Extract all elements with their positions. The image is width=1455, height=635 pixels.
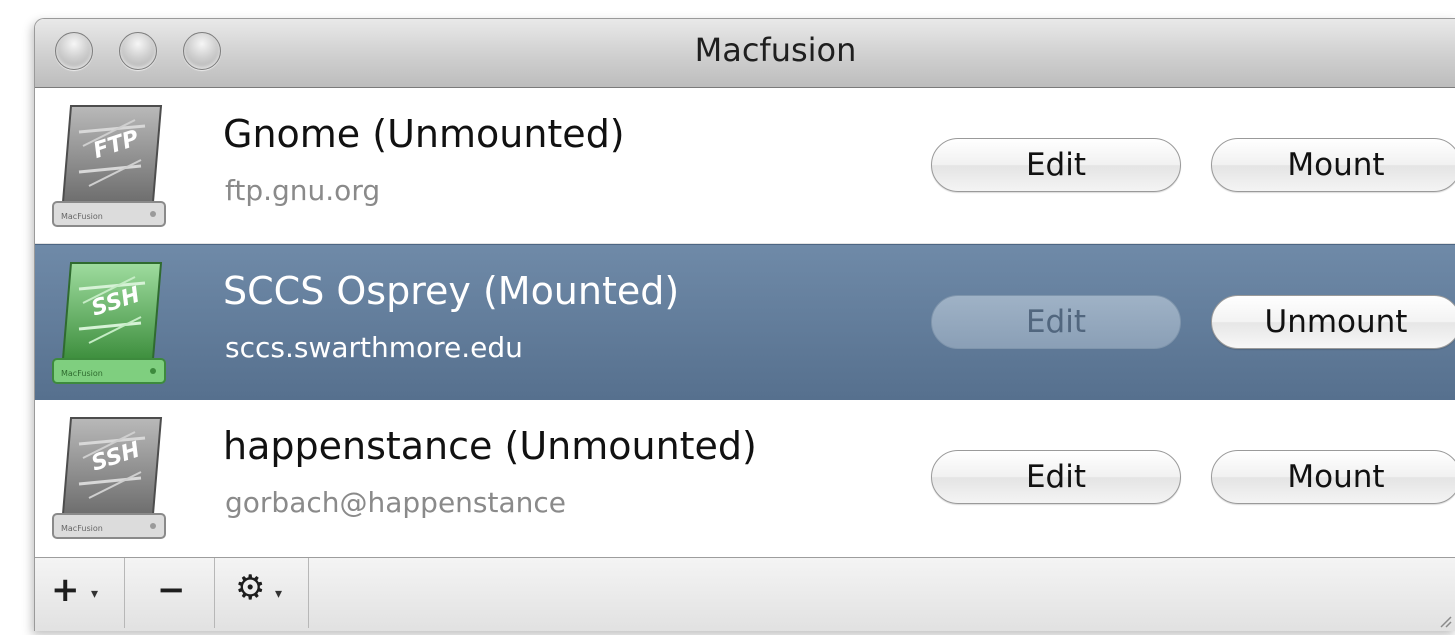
mount-row[interactable]: SSH MacFusion happenstance (Unmounted) g…	[35, 400, 1455, 556]
action-menu-button[interactable]: ⚙ ▾	[215, 558, 309, 628]
edit-button-disabled: Edit	[931, 295, 1181, 349]
unmount-button[interactable]: Unmount	[1211, 295, 1455, 349]
ssh-drive-icon: SSH MacFusion	[52, 417, 166, 539]
mount-button[interactable]: Mount	[1211, 138, 1455, 192]
chevron-down-icon: ▾	[91, 586, 99, 602]
chevron-down-icon: ▾	[275, 586, 283, 602]
mount-row-selected[interactable]: SSH MacFusion SCCS Osprey (Mounted) sccs…	[35, 244, 1455, 401]
bottom-toolbar: + ▾ − ⚙ ▾	[35, 557, 1455, 631]
mount-host: ftp.gnu.org	[225, 174, 381, 207]
mount-name: SCCS Osprey (Mounted)	[223, 269, 680, 313]
mount-host: sccs.swarthmore.edu	[225, 331, 523, 364]
edit-button[interactable]: Edit	[931, 450, 1181, 504]
drive-footer-label: MacFusion	[61, 524, 103, 533]
mount-button[interactable]: Mount	[1211, 450, 1455, 504]
drive-footer-label: MacFusion	[61, 212, 103, 221]
mount-name: happenstance (Unmounted)	[223, 424, 757, 468]
edit-button[interactable]: Edit	[931, 138, 1181, 192]
window-title: Macfusion	[694, 31, 857, 69]
resize-grip-icon[interactable]	[1436, 612, 1452, 628]
mount-row[interactable]: FTP MacFusion Gnome (Unmounted) ftp.gnu.…	[35, 88, 1455, 244]
remove-button[interactable]: −	[125, 558, 215, 628]
mount-host: gorbach@happenstance	[225, 486, 567, 519]
title-bar[interactable]: Macfusion	[35, 19, 1455, 88]
mount-name: Gnome (Unmounted)	[223, 112, 625, 156]
ssh-drive-icon: SSH MacFusion	[52, 262, 166, 384]
gear-icon: ⚙	[235, 568, 266, 608]
drive-footer-label: MacFusion	[61, 369, 103, 378]
ftp-drive-icon: FTP MacFusion	[52, 105, 166, 227]
add-menu-button[interactable]: + ▾	[35, 558, 125, 628]
macfusion-window: Macfusion FTP MacFusion Gnome (Unmounted…	[34, 18, 1455, 631]
plus-icon: +	[51, 570, 80, 610]
minus-icon: −	[157, 570, 186, 610]
